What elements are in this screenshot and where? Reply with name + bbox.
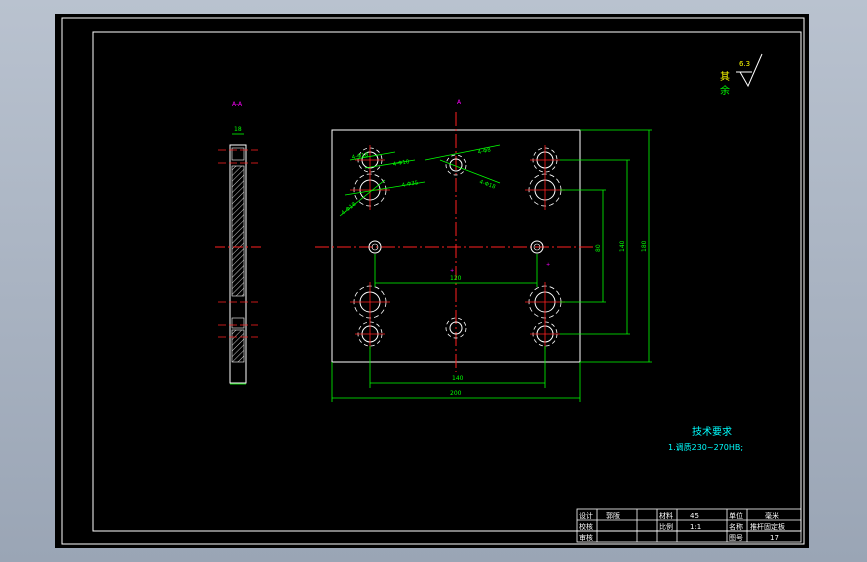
sheet-background	[55, 14, 809, 548]
roughness-note-1: 其	[720, 71, 730, 83]
tb-checked-label: 校核	[579, 522, 593, 531]
cad-viewport[interactable]: 6.3 其 余 A-A 18 A 4-Φ18 4-Φ10 4-Φ35 4-Φ18…	[0, 0, 867, 562]
tb-unit-label: 单位	[729, 511, 743, 520]
dim-vertical-overall: 180	[641, 240, 648, 252]
dim-horizontal-mid: 140	[452, 375, 464, 382]
tech-req-title: 技术要求	[692, 425, 732, 438]
tb-designed-label: 设计	[579, 511, 593, 520]
tb-unit-value: 毫米	[765, 511, 779, 520]
tb-material-value: 45	[690, 512, 699, 520]
tb-drawing-no-label: 图号	[729, 534, 743, 542]
tb-scale-label: 比例	[659, 522, 673, 531]
tb-name-label: 名称	[729, 522, 743, 531]
tb-approved-label: 审核	[579, 533, 593, 542]
marker-center: +	[450, 268, 454, 274]
thickness-dim: 18	[234, 126, 242, 133]
tech-req-item-1: 1.调质230~270HB;	[668, 442, 743, 452]
roughness-value: 6.3	[739, 60, 750, 68]
marker-right: +	[546, 262, 550, 268]
roughness-note-2: 余	[720, 84, 730, 97]
dim-horizontal-overall: 200	[450, 390, 462, 397]
dim-horizontal-inner: 120	[450, 275, 462, 282]
cad-drawing-canvas[interactable]: 6.3 其 余 A-A 18 A 4-Φ18 4-Φ10 4-Φ35 4-Φ18…	[0, 0, 867, 562]
dim-vertical-mid: 140	[619, 240, 626, 252]
tb-scale-value: 1:1	[690, 523, 701, 531]
tb-drawing-no-value: 17	[770, 534, 779, 542]
tb-name-value: 推杆固定板	[750, 522, 785, 531]
dim-vertical-inner: 80	[595, 244, 602, 252]
side-section-mark: A-A	[232, 101, 243, 108]
tb-designer-name: 郭阪	[606, 511, 620, 520]
tb-material-label: 材料	[659, 511, 673, 520]
